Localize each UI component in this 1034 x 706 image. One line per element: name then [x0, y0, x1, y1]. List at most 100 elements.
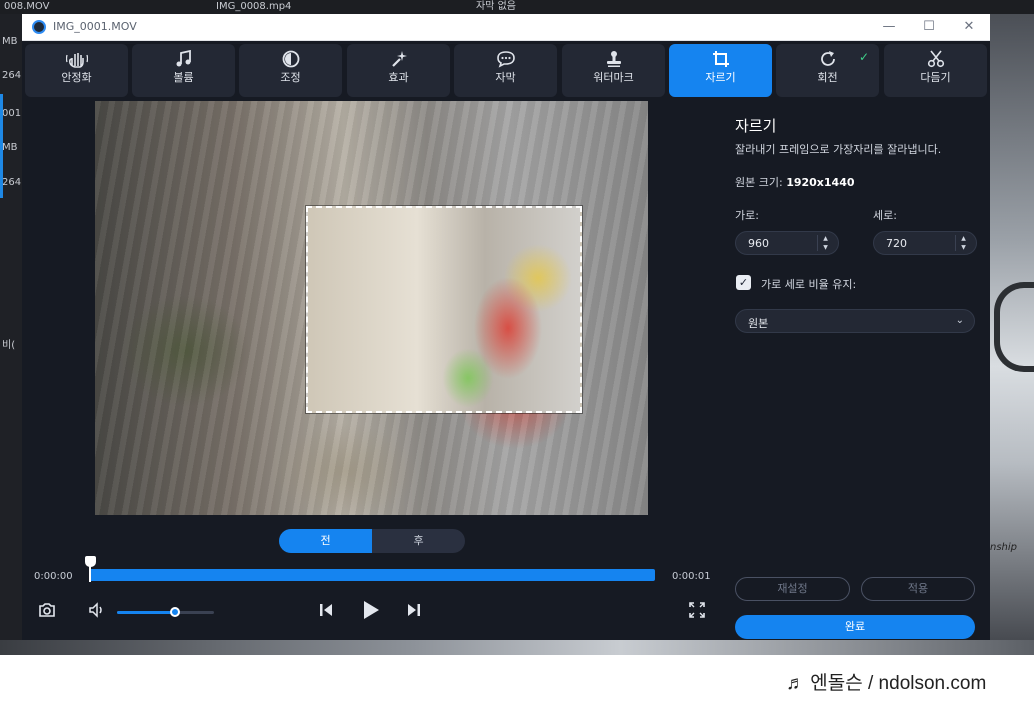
apply-button[interactable]: 적용: [861, 577, 975, 601]
fullscreen-icon: [689, 602, 705, 618]
playhead[interactable]: [85, 556, 96, 586]
tab-volume[interactable]: 볼륨: [132, 44, 235, 97]
tab-adjust[interactable]: 조정: [239, 44, 342, 97]
tab-label: 회전: [817, 71, 838, 84]
background-file-label: IMG_0008.mp4: [216, 1, 292, 12]
volume-button[interactable]: [88, 602, 106, 623]
tab-crop[interactable]: 자르기: [669, 44, 772, 97]
tab-stabilize[interactable]: 안정화: [25, 44, 128, 97]
contrast-icon: [239, 44, 342, 70]
done-button[interactable]: 완료: [735, 615, 975, 639]
background-list-item: 001: [2, 108, 22, 119]
volume-knob[interactable]: [170, 607, 181, 617]
reset-button[interactable]: 재설정: [735, 577, 850, 601]
background-list-item: MB: [2, 36, 18, 47]
snapshot-button[interactable]: [38, 602, 56, 623]
chevron-down-icon: ⌄: [955, 315, 964, 326]
tab-trim[interactable]: 다듬기: [884, 44, 987, 97]
tool-tabs: 안정화 볼륨 조정 효과 자막 워터마크 자르기 ✓ 회전 다듬기: [22, 41, 990, 101]
tab-label: 안정화: [61, 71, 92, 84]
timeline-start-time: 0:00:00: [34, 571, 73, 582]
scissors-icon: [884, 44, 987, 70]
fullscreen-button[interactable]: [689, 602, 705, 623]
stepper-divider: [955, 235, 956, 251]
window-title: IMG_0001.MOV: [53, 20, 137, 33]
tab-label: 자막: [495, 71, 516, 84]
background-bottom-strip: [0, 640, 1034, 655]
video-preview: [95, 101, 648, 515]
tab-label: 볼륨: [173, 71, 194, 84]
before-button[interactable]: 전: [279, 529, 372, 553]
previous-frame-button[interactable]: [317, 602, 335, 623]
keep-ratio-checkbox[interactable]: ✓: [736, 275, 751, 290]
car-wheel-shape: [994, 282, 1034, 372]
background-car-text: nship: [990, 542, 1018, 553]
panel-title: 자르기: [735, 117, 777, 135]
hand-stabilize-icon: [25, 44, 128, 70]
width-value: 960: [748, 237, 769, 250]
background-topbar: 008.MOV IMG_0008.mp4 자막 없음: [0, 0, 1034, 14]
keep-ratio-label: 가로 세로 비율 유지:: [761, 278, 857, 291]
panel-description: 잘라내기 프레임으로 가장자리를 잘라냅니다.: [735, 143, 942, 156]
volume-fill: [117, 611, 176, 614]
playback-controls: [22, 596, 722, 632]
stepper-arrows-icon[interactable]: ▲ ▼: [821, 234, 830, 252]
height-value: 720: [886, 237, 907, 250]
close-button[interactable]: ✕: [954, 16, 984, 38]
step-back-icon: [320, 604, 332, 616]
original-size-value: 1920x1440: [786, 176, 855, 189]
stepper-arrows-icon[interactable]: ▲ ▼: [959, 234, 968, 252]
width-stepper[interactable]: 960 ▲ ▼: [735, 231, 839, 255]
height-stepper[interactable]: 720 ▲ ▼: [873, 231, 977, 255]
speech-bubble-icon: [454, 44, 557, 70]
tab-effects[interactable]: 효과: [347, 44, 450, 97]
crop-icon: [669, 44, 772, 70]
step-forward-icon: [408, 604, 420, 616]
speaker-icon: [89, 602, 102, 618]
timeline-track[interactable]: [89, 569, 655, 581]
tab-label: 자르기: [705, 71, 736, 84]
play-icon: [364, 601, 379, 619]
tab-label: 워터마크: [593, 71, 634, 84]
minimize-button[interactable]: —: [874, 16, 904, 38]
width-label: 가로:: [735, 209, 759, 222]
app-logo-icon: [32, 20, 46, 34]
tab-label: 다듬기: [920, 71, 951, 84]
maximize-button[interactable]: ☐: [914, 16, 944, 38]
stamp-icon: [562, 44, 665, 70]
original-size-label: 원본 크기:: [735, 176, 783, 189]
playhead-line: [89, 565, 91, 582]
screenshot-stage: 008.MOV IMG_0008.mp4 자막 없음 MB 264 001 MB…: [0, 0, 1034, 706]
volume-slider[interactable]: [117, 607, 214, 617]
tab-subtitle[interactable]: 자막: [454, 44, 557, 97]
crop-editor-window: IMG_0001.MOV — ☐ ✕ 안정화 볼륨 조정 효과 자막 워터마크 …: [22, 14, 990, 640]
timeline: 0:00:00 0:00:01: [22, 556, 722, 592]
tab-watermark[interactable]: 워터마크: [562, 44, 665, 97]
background-car-photo: nship: [990, 14, 1034, 655]
before-after-toggle: 전 후: [279, 529, 465, 553]
crop-settings-panel: 자르기 잘라내기 프레임으로 가장자리를 잘라냅니다. 원본 크기: 1920x…: [722, 101, 990, 640]
ratio-select[interactable]: 원본 ⌄: [735, 309, 975, 333]
background-list-item: 264: [2, 70, 22, 81]
next-frame-button[interactable]: [405, 602, 423, 623]
music-note-icon: [132, 44, 235, 70]
preview-area: [22, 101, 722, 515]
background-file-label: 008.MOV: [4, 1, 50, 12]
magic-wand-icon: [347, 44, 450, 70]
window-titlebar: IMG_0001.MOV — ☐ ✕: [22, 14, 990, 41]
timeline-end-time: 0:00:01: [672, 571, 711, 582]
height-label: 세로:: [873, 209, 897, 222]
background-file-list: MB 264 001 MB 264 비(: [0, 14, 22, 655]
ratio-select-value: 원본: [748, 317, 769, 330]
crop-frame[interactable]: [306, 206, 582, 413]
after-button[interactable]: 후: [372, 529, 465, 553]
tab-label: 효과: [388, 71, 409, 84]
tab-rotate[interactable]: ✓ 회전: [776, 44, 879, 97]
blog-watermark: ♬ 엔돌슨 / ndolson.com: [786, 673, 987, 694]
checkmark-icon: ✓: [858, 50, 869, 64]
background-list-item: 264: [2, 177, 22, 188]
play-button[interactable]: [360, 599, 382, 626]
background-subtitle-label: 자막 없음: [476, 1, 516, 12]
tab-label: 조정: [280, 71, 301, 84]
original-size: 원본 크기: 1920x1440: [735, 174, 855, 190]
